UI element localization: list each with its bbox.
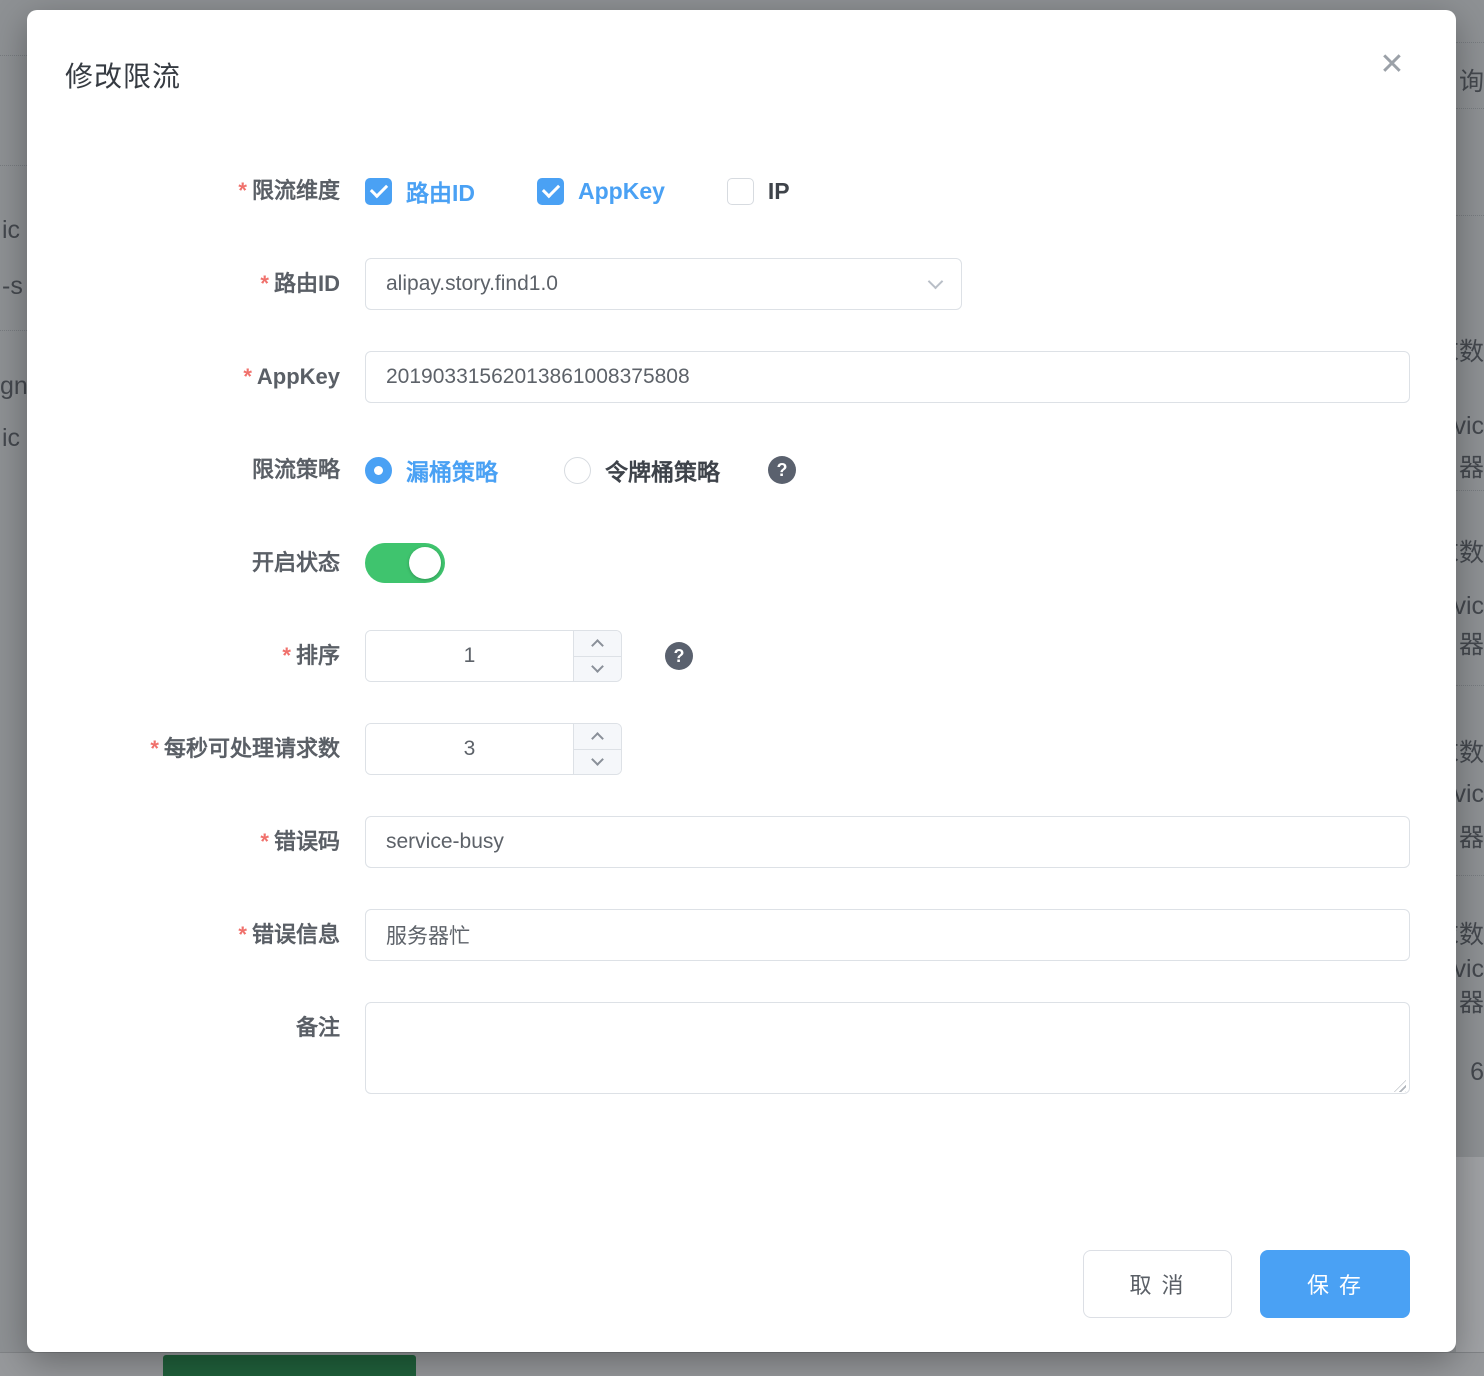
backdrop-text-fragment: 求数	[1452, 332, 1484, 368]
checkbox-route-id[interactable]: 路由ID	[365, 174, 475, 208]
backdrop-divider	[1456, 490, 1484, 491]
radio-leaky-bucket[interactable]: 漏桶策略	[365, 453, 498, 487]
checkbox-ip[interactable]: IP	[727, 178, 790, 205]
remark-textarea[interactable]	[365, 1002, 1410, 1094]
checkbox-checked-icon	[537, 178, 564, 205]
strategy-label: 限流策略	[27, 444, 340, 496]
qps-input[interactable]	[366, 724, 573, 774]
checkbox-ip-label: IP	[768, 178, 790, 205]
backdrop-text-fragment: 器	[1452, 625, 1484, 661]
status-toggle[interactable]	[365, 543, 445, 583]
backdrop-text-fragment: vic	[1454, 412, 1484, 441]
chevron-down-icon	[928, 273, 944, 289]
backdrop-bottom-bar	[0, 1352, 1484, 1376]
error-message-input[interactable]	[365, 909, 1410, 961]
appkey-label: AppKey	[27, 351, 340, 403]
backdrop-text-fragment: -s	[2, 272, 28, 301]
rate-limit-form: 限流维度 路由ID AppKey IP 路由ID	[27, 165, 1456, 1140]
error-message-label: 错误信息	[27, 909, 340, 961]
backdrop-divider	[0, 55, 27, 56]
backdrop-text-fragment: 器	[1452, 818, 1484, 854]
backdrop-text-fragment: vic	[1454, 780, 1484, 809]
radio-unselected-icon	[564, 457, 591, 484]
backdrop-text-fragment: 6	[1454, 1058, 1484, 1087]
strategy-help-icon[interactable]: ?	[768, 456, 796, 484]
dimension-label: 限流维度	[27, 165, 340, 217]
row-error-message: 错误信息	[27, 909, 1456, 961]
error-code-label: 错误码	[27, 816, 340, 868]
backdrop-divider	[1456, 685, 1484, 686]
close-icon[interactable]: ✕	[1372, 44, 1412, 84]
backdrop-text-fragment: vic	[1454, 955, 1484, 984]
row-route-id: 路由ID alipay.story.find1.0	[27, 258, 1456, 310]
radio-token-bucket[interactable]: 令牌桶策略	[564, 453, 720, 487]
backdrop-text-fragment: vic	[1454, 592, 1484, 621]
sort-help-icon[interactable]: ?	[665, 642, 693, 670]
row-remark: 备注	[27, 1002, 1456, 1099]
checkbox-appkey[interactable]: AppKey	[537, 178, 665, 205]
row-appkey: AppKey	[27, 351, 1456, 403]
modal-footer: 取 消 保 存	[1083, 1250, 1410, 1318]
backdrop-divider	[0, 165, 27, 166]
sort-decrement-button[interactable]	[574, 657, 621, 682]
qps-increment-button[interactable]	[574, 724, 621, 750]
row-dimension: 限流维度 路由ID AppKey IP	[27, 165, 1456, 217]
chevron-down-icon	[591, 660, 604, 673]
backdrop-light-band	[1456, 1157, 1484, 1352]
remark-label: 备注	[27, 1002, 340, 1054]
route-id-select[interactable]: alipay.story.find1.0	[365, 258, 962, 310]
radio-selected-icon	[365, 457, 392, 484]
qps-decrement-button[interactable]	[574, 750, 621, 775]
sort-label: 排序	[27, 630, 340, 682]
sort-stepper	[365, 630, 622, 682]
row-qps: 每秒可处理请求数	[27, 723, 1456, 775]
qps-stepper	[365, 723, 622, 775]
error-code-input[interactable]	[365, 816, 1410, 868]
backdrop-divider	[0, 330, 27, 331]
backdrop-divider	[1456, 108, 1484, 109]
backdrop-text-fragment: 询	[1454, 62, 1484, 98]
backdrop-text-fragment: gn	[0, 372, 27, 401]
checkbox-appkey-label: AppKey	[578, 178, 665, 205]
chevron-up-icon	[591, 732, 604, 745]
checkbox-route-id-label: 路由ID	[406, 174, 475, 208]
save-button[interactable]: 保 存	[1260, 1250, 1410, 1318]
cancel-button[interactable]: 取 消	[1083, 1250, 1232, 1318]
backdrop-divider	[1456, 875, 1484, 876]
backdrop-text-fragment: 求数	[1452, 915, 1484, 951]
modal-edit-rate-limit: 修改限流 ✕ 限流维度 路由ID AppKey IP	[27, 10, 1456, 1352]
appkey-input[interactable]	[365, 351, 1410, 403]
radio-leaky-bucket-label: 漏桶策略	[406, 453, 498, 487]
row-status: 开启状态	[27, 537, 1456, 589]
backdrop-text-fragment: 器	[1452, 448, 1484, 484]
backdrop-text-fragment: ic	[2, 424, 28, 453]
chevron-down-icon	[591, 753, 604, 766]
backdrop-green-bar	[163, 1355, 416, 1376]
row-sort: 排序 ?	[27, 630, 1456, 682]
toggle-knob	[409, 547, 441, 579]
checkbox-checked-icon	[365, 178, 392, 205]
remark-textarea-wrap	[365, 1002, 1410, 1099]
radio-token-bucket-label: 令牌桶策略	[605, 453, 720, 487]
backdrop-text-fragment: 器	[1452, 983, 1484, 1019]
route-id-selected-value: alipay.story.find1.0	[386, 272, 558, 296]
modal-title: 修改限流	[65, 55, 181, 95]
checkbox-unchecked-icon	[727, 178, 754, 205]
qps-label: 每秒可处理请求数	[27, 723, 340, 775]
sort-input[interactable]	[366, 631, 573, 681]
chevron-up-icon	[591, 639, 604, 652]
backdrop-divider	[1456, 42, 1484, 43]
backdrop-text-fragment: 求数	[1452, 733, 1484, 769]
sort-increment-button[interactable]	[574, 631, 621, 657]
status-label: 开启状态	[27, 537, 340, 589]
backdrop-divider	[1456, 215, 1484, 216]
backdrop-text-fragment: ic	[2, 216, 28, 245]
route-id-label: 路由ID	[27, 258, 340, 310]
backdrop-text-fragment: 求数	[1452, 533, 1484, 569]
row-error-code: 错误码	[27, 816, 1456, 868]
row-strategy: 限流策略 漏桶策略 令牌桶策略 ?	[27, 444, 1456, 496]
